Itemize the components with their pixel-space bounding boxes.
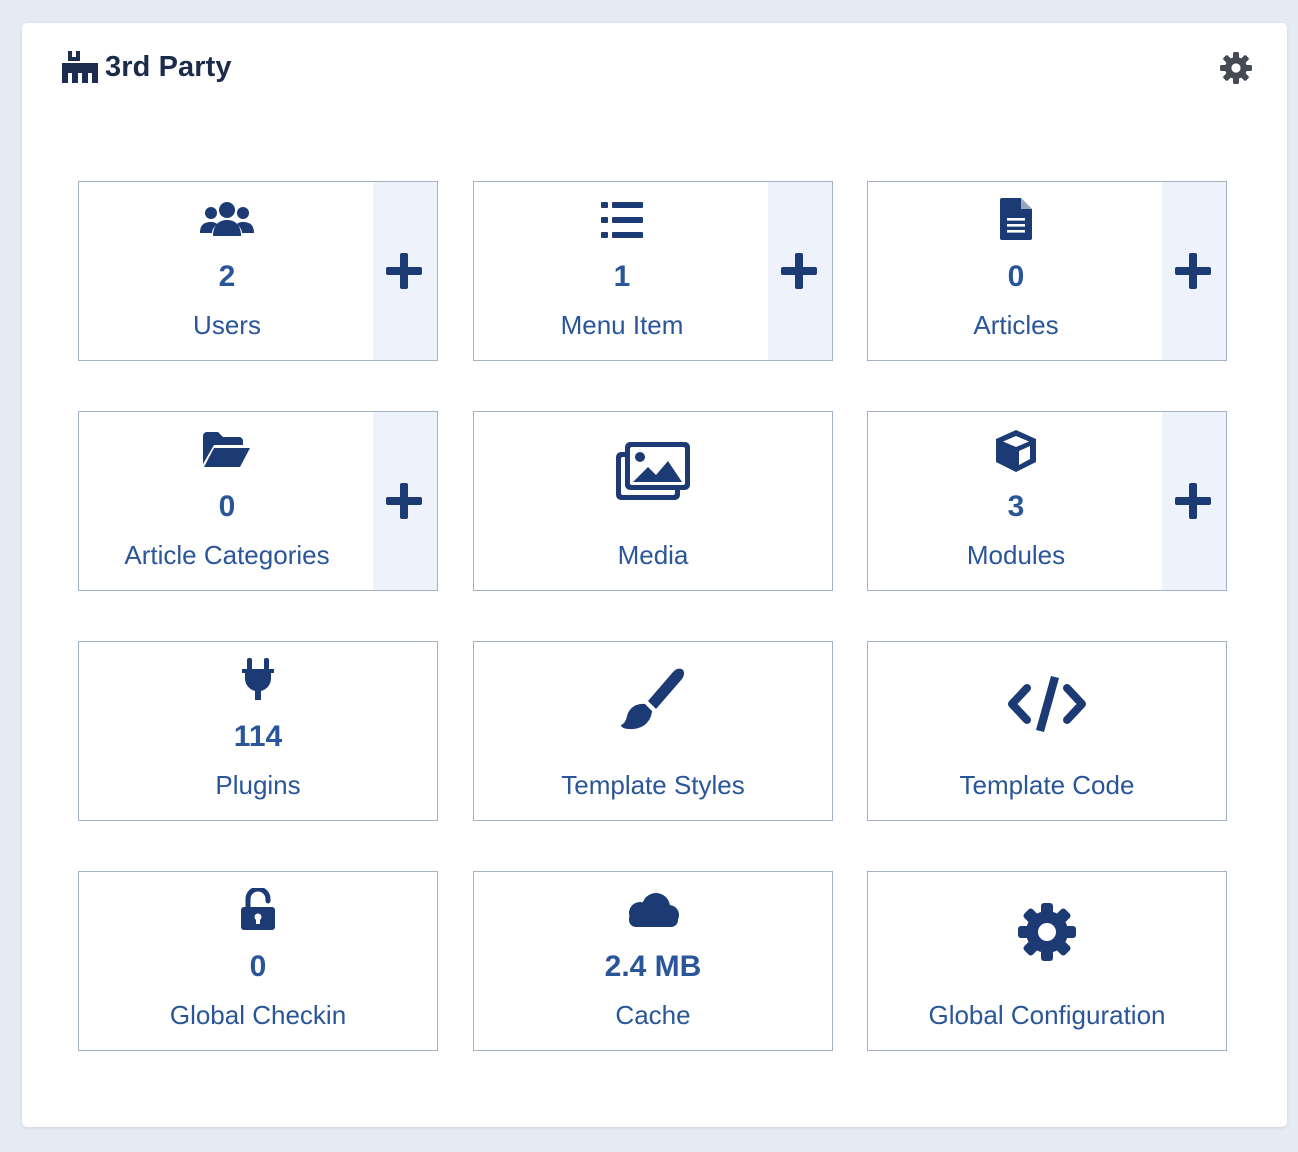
article-categories-tile-link[interactable]: 0 Article Categories bbox=[79, 412, 375, 590]
paint-brush-icon bbox=[621, 668, 685, 732]
articles-tile-link[interactable]: 0 Articles bbox=[868, 182, 1164, 360]
global-configuration-label: Global Configuration bbox=[928, 1000, 1166, 1030]
cog-icon bbox=[1017, 902, 1077, 962]
users-label: Users bbox=[193, 310, 261, 340]
menu-items-count: 1 bbox=[613, 260, 631, 293]
module-title: 3rd Party bbox=[105, 50, 232, 83]
module-options-button[interactable] bbox=[1219, 51, 1253, 85]
modules-tile-link[interactable]: 3 Modules bbox=[868, 412, 1164, 590]
template-code-label: Template Code bbox=[959, 770, 1135, 800]
media-label: Media bbox=[617, 540, 689, 570]
add-user-button[interactable] bbox=[373, 182, 437, 360]
users-tile-link[interactable]: 2 Users bbox=[79, 182, 375, 360]
tile-media: Media bbox=[473, 411, 833, 591]
gear-icon bbox=[1219, 51, 1253, 85]
code-icon bbox=[1007, 676, 1087, 732]
tile-articles: 0 Articles bbox=[867, 181, 1227, 361]
article-categories-count: 0 bbox=[218, 490, 236, 523]
cache-label: Cache bbox=[615, 1000, 691, 1030]
plus-icon bbox=[1175, 483, 1211, 519]
joomla-icon bbox=[62, 49, 98, 85]
cache-tile-link[interactable]: 2.4 MB Cache bbox=[474, 872, 832, 1050]
add-category-button[interactable] bbox=[373, 412, 437, 590]
tile-article-categories: 0 Article Categories bbox=[78, 411, 438, 591]
images-icon bbox=[616, 442, 690, 500]
plus-icon bbox=[781, 253, 817, 289]
unlock-icon bbox=[240, 888, 276, 930]
global-checkin-tile-link[interactable]: 0 Global Checkin bbox=[79, 872, 437, 1050]
global-checkin-count: 0 bbox=[249, 950, 267, 983]
users-count: 2 bbox=[218, 260, 236, 293]
add-article-button[interactable] bbox=[1162, 182, 1226, 360]
articles-count: 0 bbox=[1007, 260, 1025, 293]
article-categories-label: Article Categories bbox=[124, 540, 330, 570]
file-icon bbox=[1000, 198, 1032, 240]
tile-template-code: Template Code bbox=[867, 641, 1227, 821]
list-icon bbox=[601, 202, 643, 238]
template-code-tile-link[interactable]: Template Code bbox=[868, 642, 1226, 820]
cloud-icon bbox=[626, 892, 680, 928]
media-tile-link[interactable]: Media bbox=[474, 412, 832, 590]
menu-items-label: Menu Item bbox=[560, 310, 684, 340]
tile-cache: 2.4 MB Cache bbox=[473, 871, 833, 1051]
template-styles-tile-link[interactable]: Template Styles bbox=[474, 642, 832, 820]
tile-template-styles: Template Styles bbox=[473, 641, 833, 821]
global-checkin-label: Global Checkin bbox=[169, 1000, 347, 1030]
tile-users: 2 Users bbox=[78, 181, 438, 361]
plugins-tile-link[interactable]: 114 Plugins bbox=[79, 642, 437, 820]
card-header: 3rd Party bbox=[62, 49, 232, 85]
quick-icons-card: 3rd Party 2 Users 1 Menu Item 0 Articles… bbox=[22, 23, 1287, 1127]
folder-open-icon bbox=[203, 432, 251, 468]
global-configuration-tile-link[interactable]: Global Configuration bbox=[868, 872, 1226, 1050]
tile-menu-items: 1 Menu Item bbox=[473, 181, 833, 361]
cache-size: 2.4 MB bbox=[604, 950, 702, 983]
plugins-label: Plugins bbox=[215, 770, 301, 800]
plus-icon bbox=[386, 483, 422, 519]
add-module-button[interactable] bbox=[1162, 412, 1226, 590]
tile-plugins: 114 Plugins bbox=[78, 641, 438, 821]
tile-modules: 3 Modules bbox=[867, 411, 1227, 591]
users-icon bbox=[200, 200, 254, 238]
template-styles-label: Template Styles bbox=[561, 770, 745, 800]
modules-label: Modules bbox=[966, 540, 1066, 570]
plug-icon bbox=[242, 658, 274, 700]
articles-label: Articles bbox=[973, 310, 1059, 340]
plus-icon bbox=[386, 253, 422, 289]
plus-icon bbox=[1175, 253, 1211, 289]
add-menu-item-button[interactable] bbox=[768, 182, 832, 360]
cube-icon bbox=[995, 430, 1037, 472]
plugins-count: 114 bbox=[233, 720, 283, 753]
tile-global-checkin: 0 Global Checkin bbox=[78, 871, 438, 1051]
modules-count: 3 bbox=[1007, 490, 1025, 523]
tile-global-configuration: Global Configuration bbox=[867, 871, 1227, 1051]
menu-items-tile-link[interactable]: 1 Menu Item bbox=[474, 182, 770, 360]
